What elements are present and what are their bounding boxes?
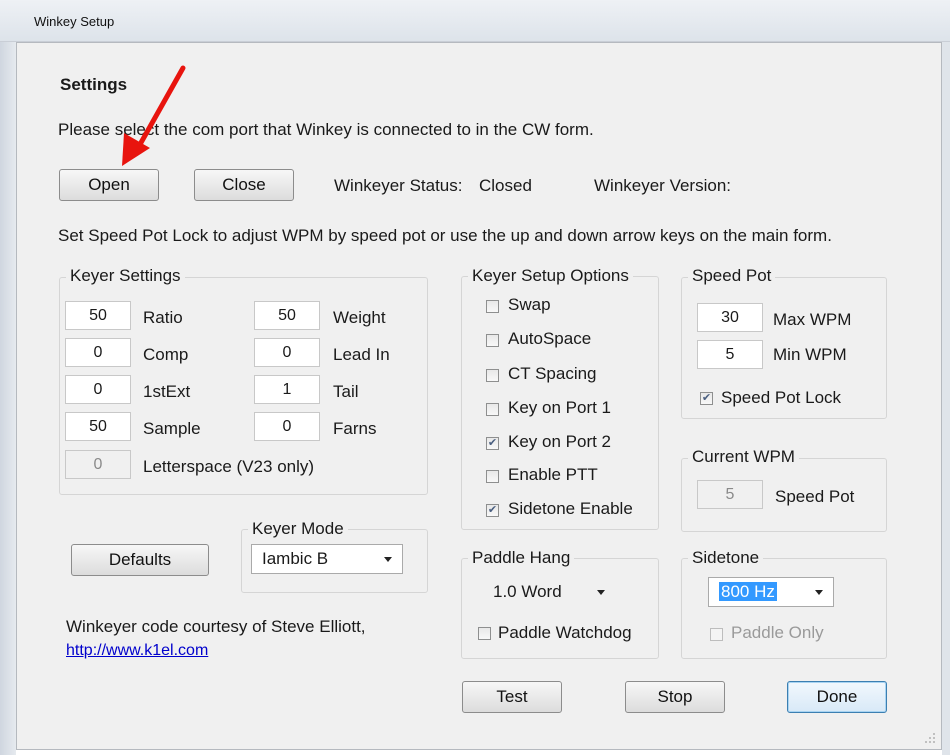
credit-text: Winkeyer code courtesy of Steve Elliott, bbox=[66, 617, 366, 636]
winkeyer-status-value: Closed bbox=[479, 176, 532, 195]
speed-pot-lock-label: Speed Pot Lock bbox=[721, 388, 842, 407]
speed-pot-label: Speed Pot bbox=[688, 266, 776, 286]
keyer-mode-value: Iambic B bbox=[262, 549, 329, 568]
keyer-mode-label: Keyer Mode bbox=[248, 519, 348, 539]
first-ext-input[interactable]: 0 bbox=[65, 375, 131, 404]
k1el-link[interactable]: http://www.k1el.com bbox=[66, 642, 208, 660]
chevron-down-icon bbox=[815, 590, 823, 595]
speed-pot-lock-checkbox[interactable]: ✔ bbox=[700, 392, 713, 405]
comp-input[interactable]: 0 bbox=[65, 338, 131, 367]
paddle-watchdog-checkbox[interactable] bbox=[478, 627, 491, 640]
autospace-checkbox[interactable] bbox=[486, 334, 499, 347]
swap-checkbox[interactable] bbox=[486, 300, 499, 313]
key-on-port-2-label: Key on Port 2 bbox=[508, 432, 612, 451]
window-titlebar[interactable]: Winkey Setup bbox=[0, 0, 950, 42]
sidetone-group bbox=[681, 558, 887, 659]
ratio-input[interactable]: 50 bbox=[65, 301, 131, 330]
keyer-mode-select[interactable]: Iambic B bbox=[251, 544, 403, 574]
paddle-only-checkbox bbox=[710, 628, 723, 641]
min-wpm-input[interactable]: 5 bbox=[697, 340, 763, 369]
first-ext-label: 1stExt bbox=[143, 382, 191, 401]
lead-in-input[interactable]: 0 bbox=[254, 338, 320, 367]
sample-label: Sample bbox=[143, 419, 201, 438]
current-wpm-label: Current WPM bbox=[688, 447, 799, 467]
letterspace-label: Letterspace (V23 only) bbox=[143, 457, 315, 476]
min-wpm-label: Min WPM bbox=[773, 345, 847, 364]
keyer-setup-options-label: Keyer Setup Options bbox=[468, 266, 633, 286]
chevron-down-icon bbox=[384, 557, 392, 562]
comp-label: Comp bbox=[143, 345, 189, 364]
chevron-down-icon bbox=[597, 590, 605, 595]
sidetone-enable-checkbox[interactable]: ✔ bbox=[486, 504, 499, 517]
tail-input[interactable]: 1 bbox=[254, 375, 320, 404]
paddle-watchdog-label: Paddle Watchdog bbox=[498, 623, 632, 642]
dialog-body: Settings Please select the com port that… bbox=[16, 42, 942, 750]
sidetone-value: 800 Hz bbox=[719, 582, 777, 601]
ct-spacing-label: CT Spacing bbox=[508, 364, 597, 383]
speed-pot-note: Set Speed Pot Lock to adjust WPM by spee… bbox=[58, 226, 832, 245]
max-wpm-label: Max WPM bbox=[773, 310, 852, 329]
checkmark-icon: ✔ bbox=[487, 504, 498, 516]
done-button[interactable]: Done bbox=[787, 681, 887, 713]
ct-spacing-checkbox[interactable] bbox=[486, 369, 499, 382]
checkmark-icon: ✔ bbox=[487, 437, 498, 449]
ratio-label: Ratio bbox=[143, 308, 183, 327]
tail-label: Tail bbox=[333, 382, 359, 401]
sidetone-enable-label: Sidetone Enable bbox=[508, 499, 633, 518]
close-button[interactable]: Close bbox=[194, 169, 294, 201]
defaults-button[interactable]: Defaults bbox=[71, 544, 209, 576]
checkmark-icon: ✔ bbox=[701, 392, 712, 404]
paddle-only-label: Paddle Only bbox=[731, 623, 824, 642]
paddle-hang-label: Paddle Hang bbox=[468, 548, 575, 568]
winkeyer-status-label: Winkeyer Status: bbox=[334, 176, 463, 195]
current-wpm-source-label: Speed Pot bbox=[775, 487, 855, 506]
max-wpm-input[interactable]: 30 bbox=[697, 303, 763, 332]
key-on-port-2-checkbox[interactable]: ✔ bbox=[486, 437, 499, 450]
open-button[interactable]: Open bbox=[59, 169, 159, 201]
background-edge bbox=[0, 42, 16, 755]
resize-grip-icon[interactable] bbox=[921, 729, 937, 745]
sidetone-label: Sidetone bbox=[688, 548, 764, 568]
key-on-port-1-label: Key on Port 1 bbox=[508, 398, 612, 417]
stop-button[interactable]: Stop bbox=[625, 681, 725, 713]
autospace-label: AutoSpace bbox=[508, 329, 592, 348]
keyer-settings-label: Keyer Settings bbox=[66, 266, 185, 286]
lead-in-label: Lead In bbox=[333, 345, 390, 364]
paddle-hang-select[interactable]: 1.0 Word bbox=[483, 578, 615, 608]
swap-label: Swap bbox=[508, 295, 551, 314]
paddle-hang-value: 1.0 Word bbox=[493, 582, 562, 601]
weight-input[interactable]: 50 bbox=[254, 301, 320, 330]
instruction-text: Please select the com port that Winkey i… bbox=[58, 120, 594, 139]
enable-ptt-checkbox[interactable] bbox=[486, 470, 499, 483]
paddle-hang-group bbox=[461, 558, 659, 659]
test-button[interactable]: Test bbox=[462, 681, 562, 713]
window-title: Winkey Setup bbox=[34, 14, 115, 29]
sample-input[interactable]: 50 bbox=[65, 412, 131, 441]
enable-ptt-label: Enable PTT bbox=[508, 465, 598, 484]
sidetone-select[interactable]: 800 Hz bbox=[708, 577, 834, 607]
settings-heading: Settings bbox=[60, 75, 128, 94]
current-wpm-value: 5 bbox=[697, 480, 763, 509]
weight-label: Weight bbox=[333, 308, 386, 327]
winkeyer-version-label: Winkeyer Version: bbox=[594, 176, 731, 195]
letterspace-input: 0 bbox=[65, 450, 131, 479]
window-right-edge bbox=[942, 42, 950, 755]
farns-label: Farns bbox=[333, 419, 377, 438]
key-on-port-1-checkbox[interactable] bbox=[486, 403, 499, 416]
farns-input[interactable]: 0 bbox=[254, 412, 320, 441]
